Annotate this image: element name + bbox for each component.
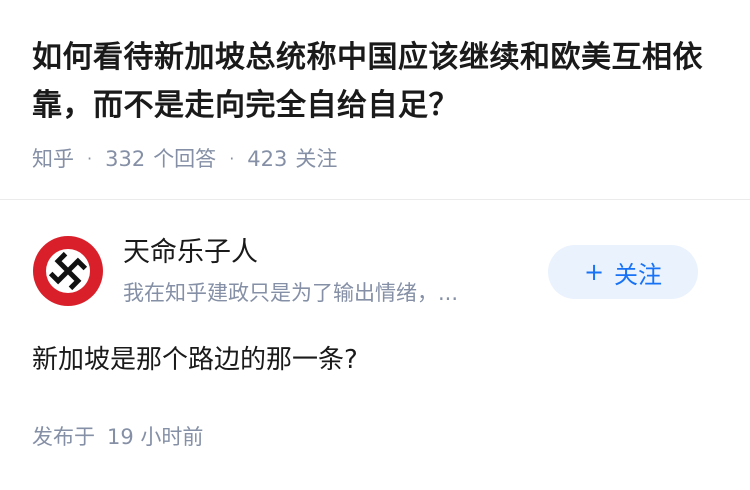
- publish-info: 发布于 19 小时前: [32, 422, 203, 452]
- plus-icon: +: [583, 258, 605, 286]
- meta-separator: ·: [87, 149, 93, 168]
- section-divider: [0, 199, 750, 200]
- follow-button[interactable]: + 关注: [548, 245, 698, 299]
- follower-count: 423: [247, 147, 288, 171]
- answer-count: 332: [105, 147, 146, 171]
- avatar[interactable]: [32, 235, 104, 307]
- source-label[interactable]: 知乎: [32, 144, 74, 174]
- question-header: 如何看待新加坡总统称中国应该继续和欧美互相依靠，而不是走向完全自给自足？ 知乎 …: [32, 34, 722, 174]
- follow-button-label: 关注: [614, 260, 663, 289]
- publish-prefix: 发布于: [32, 425, 95, 449]
- author-bio: 我在知乎建政只是为了输出情绪，...: [123, 281, 459, 305]
- author-name[interactable]: 天命乐子人: [123, 235, 258, 271]
- follower-count-label: 关注: [295, 147, 338, 171]
- question-meta: 知乎 · 332 个回答 · 423 关注: [32, 144, 722, 174]
- publish-time: 19 小时前: [107, 425, 204, 449]
- answer-count-label: 个回答: [153, 147, 217, 171]
- question-title[interactable]: 如何看待新加坡总统称中国应该继续和欧美互相依靠，而不是走向完全自给自足？: [32, 34, 722, 130]
- author-card: 天命乐子人 我在知乎建政只是为了输出情绪，... + 关注: [32, 235, 718, 307]
- meta-separator: ·: [229, 149, 235, 168]
- answer-content: 新加坡是那个路边的那一条?: [32, 345, 358, 375]
